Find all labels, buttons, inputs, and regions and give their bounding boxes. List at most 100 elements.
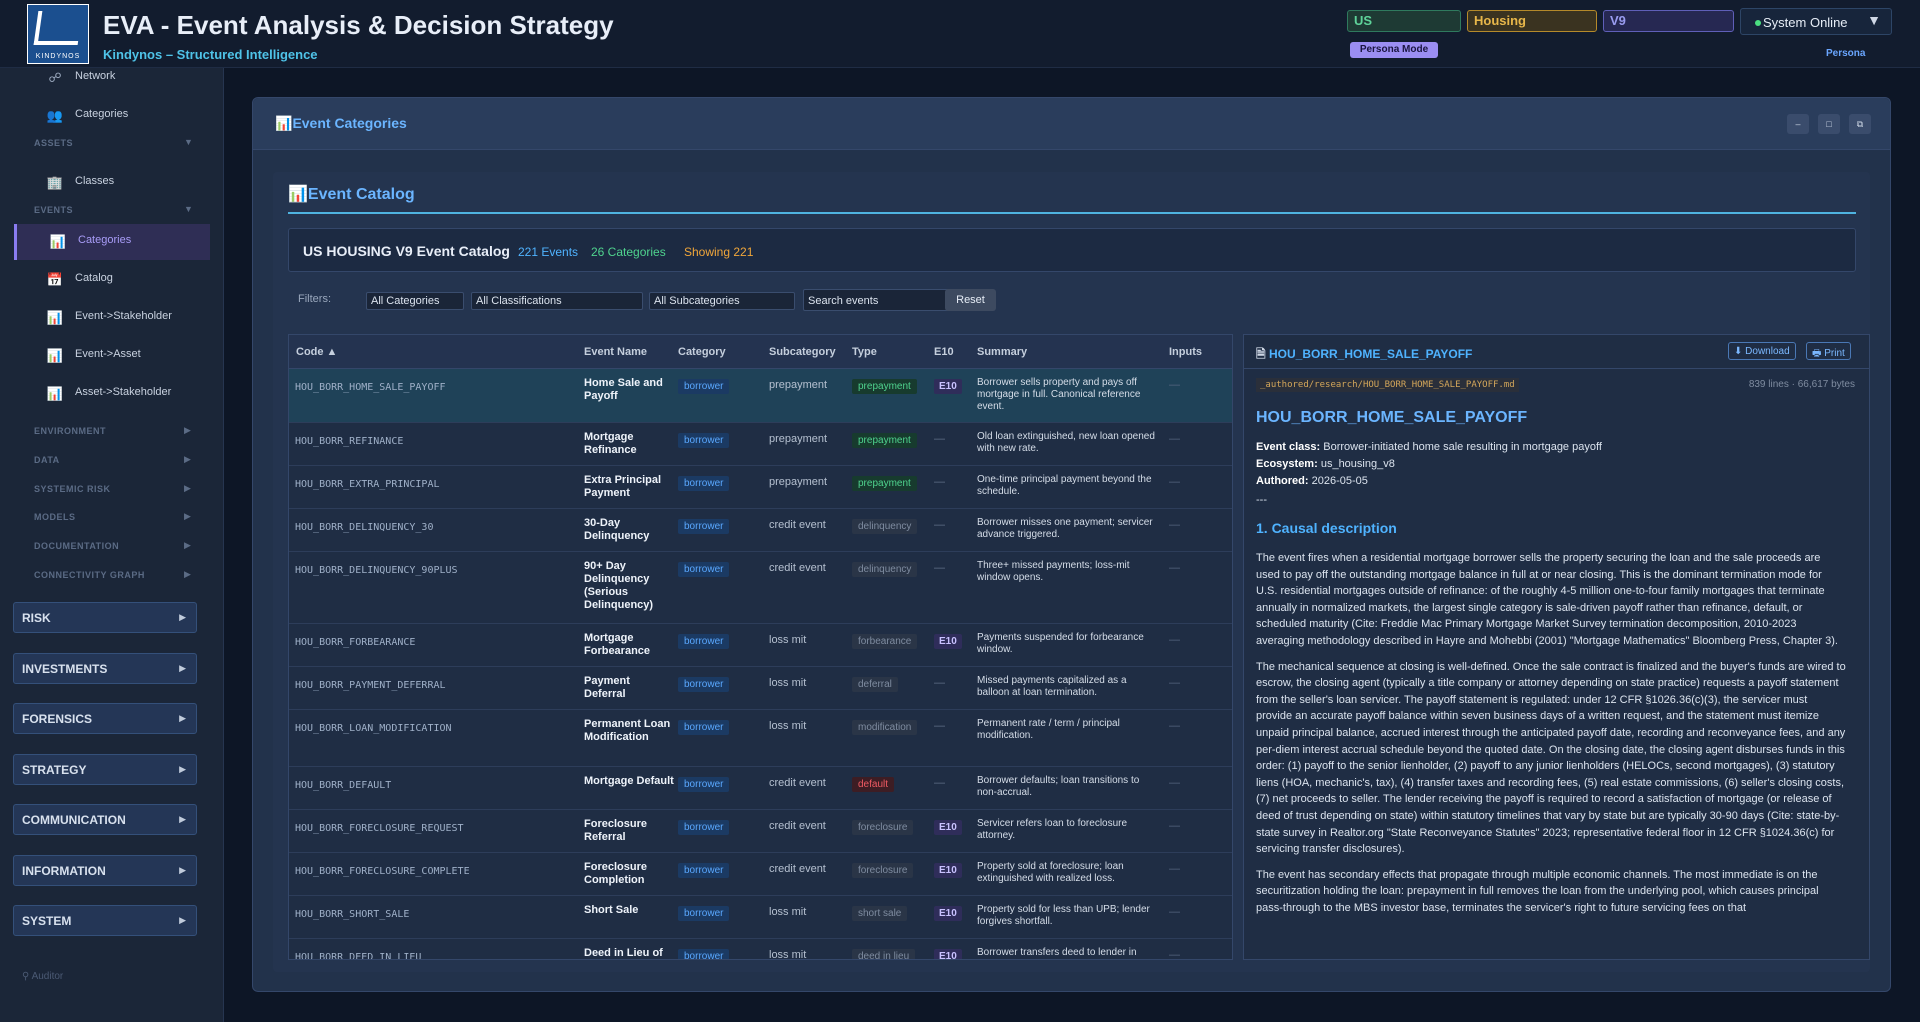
chevron-right-icon: ▶	[184, 425, 192, 435]
classification-filter[interactable]: All Classifications	[471, 292, 643, 310]
event-class-value: Borrower-initiated home sale resulting i…	[1323, 441, 1602, 453]
detail-metadata: Event class: Borrower-initiated home sal…	[1256, 441, 1602, 487]
persona-link[interactable]: Persona	[1826, 48, 1865, 59]
sidebar-section-environment[interactable]: ENVIRONMENT ▶	[34, 425, 191, 436]
panel-title: 📊Event Categories	[275, 115, 407, 131]
status-dot-icon	[1755, 20, 1761, 26]
sidebar-item-catalog[interactable]: 📅 Catalog	[14, 262, 210, 298]
maximize-button[interactable]: □	[1818, 114, 1840, 134]
table-row[interactable]: HOU_BORR_FORBEARANCE Mortgage Forbearance…	[289, 624, 1232, 667]
col-header-inputs[interactable]: Inputs	[1169, 335, 1202, 369]
subcategory-filter[interactable]: All Subcategories	[649, 292, 795, 310]
detail-section-heading: 1. Causal description	[1256, 520, 1397, 536]
document-icon: 🗎	[1256, 347, 1269, 361]
sidebar-section-assets[interactable]: ASSETS ▼	[34, 137, 193, 148]
table-row[interactable]: HOU_BORR_PAYMENT_DEFERRAL Payment Deferra…	[289, 667, 1232, 710]
table-row[interactable]: HOU_BORR_DELINQUENCY_30 30-Day Delinquenc…	[289, 509, 1232, 552]
sidebar-group-investments[interactable]: INVESTMENTS ▶	[13, 653, 197, 684]
event-code: HOU_BORR_DEED_IN_LIEU	[295, 952, 422, 960]
event-summary: Borrower transfers deed to lender in	[977, 947, 1137, 958]
sidebar-item-event-asset[interactable]: 📊 Event->Asset	[14, 338, 210, 374]
country-selector[interactable]: US	[1347, 10, 1461, 32]
subcategory-text: credit event	[769, 777, 826, 789]
event-code: HOU_BORR_EXTRA_PRINCIPAL	[295, 479, 440, 490]
sidebar-group-system[interactable]: SYSTEM ▶	[13, 905, 197, 936]
sidebar-group-communication[interactable]: COMMUNICATION ▶	[13, 804, 197, 835]
table-row[interactable]: HOU_BORR_FORECLOSURE_COMPLETE Foreclosure…	[289, 853, 1232, 896]
sidebar-section-connectivity-graph[interactable]: CONNECTIVITY GRAPH ▶	[34, 569, 191, 580]
event-inputs: —	[1169, 634, 1180, 646]
chart-icon: 📊	[46, 310, 64, 325]
search-input[interactable]: Search events	[803, 289, 958, 311]
event-name: Mortgage Forbearance	[584, 632, 651, 657]
table-row[interactable]: HOU_BORR_FORECLOSURE_REQUEST Foreclosure …	[289, 810, 1232, 853]
sidebar-item-asset-stakeholder[interactable]: 📊 Asset->Stakeholder	[14, 376, 210, 412]
minimize-button[interactable]: –	[1787, 114, 1809, 134]
table-row[interactable]: HOU_BORR_DEFAULT Mortgage Default borrower…	[289, 767, 1232, 810]
sidebar-item-event-categories[interactable]: 📊 Categories	[14, 224, 210, 260]
col-header-type[interactable]: Type	[852, 335, 877, 369]
table-row[interactable]: HOU_BORR_HOME_SALE_PAYOFF Home Sale and P…	[289, 369, 1232, 423]
event-name: Payment Deferral	[584, 675, 630, 700]
filters-label: Filters:	[298, 293, 331, 305]
event-code: HOU_BORR_HOME_SALE_PAYOFF	[295, 382, 446, 393]
table-row[interactable]: HOU_BORR_LOAN_MODIFICATION Permanent Loan…	[289, 710, 1232, 767]
event-name: Extra Principal Payment	[584, 474, 662, 499]
print-button[interactable]: 🖶 Print	[1806, 342, 1851, 360]
event-name: 30-Day Delinquency	[584, 517, 650, 542]
sidebar-group-strategy[interactable]: STRATEGY ▶	[13, 754, 197, 785]
col-header-event-name[interactable]: Event Name	[584, 335, 647, 369]
reset-button[interactable]: Reset	[945, 289, 996, 311]
sidebar-item-stakeholder-categories[interactable]: 👥 Categories	[14, 98, 210, 134]
table-row[interactable]: HOU_BORR_SHORT_SALE Short Sale borrower los…	[289, 896, 1232, 939]
chevron-down-icon: ▼	[184, 137, 194, 147]
detail-heading: HOU_BORR_HOME_SALE_PAYOFF	[1256, 409, 1528, 426]
sidebar-section-events[interactable]: EVENTS ▼	[34, 204, 193, 215]
table-row[interactable]: HOU_BORR_REFINANCE Mortgage Refinance borr…	[289, 423, 1232, 466]
sidebar-section-models[interactable]: MODELS ▶	[34, 511, 191, 522]
chevron-right-icon: ▶	[179, 915, 186, 925]
events-count: 221 Events	[518, 245, 579, 259]
table-row[interactable]: HOU_BORR_EXTRA_PRINCIPAL Extra Principal …	[289, 466, 1232, 509]
persona-mode-button[interactable]: Persona Mode	[1350, 42, 1438, 58]
download-button[interactable]: ⬇ Download	[1728, 342, 1796, 360]
system-status-dropdown[interactable]: System Online ▼	[1740, 8, 1892, 35]
subcategory-text: prepayment	[769, 433, 828, 445]
category-badge: borrower	[678, 720, 730, 735]
sidebar-group-information[interactable]: INFORMATION ▶	[13, 855, 197, 886]
domain-selector[interactable]: Housing	[1467, 10, 1597, 32]
col-header-subcategory[interactable]: Subcategory	[769, 335, 836, 369]
table-row[interactable]: HOU_BORR_DELINQUENCY_90PLUS 90+ Day Delin…	[289, 552, 1232, 624]
network-icon: ☍	[48, 70, 62, 85]
event-summary: Payments suspended for forbearance windo…	[977, 632, 1144, 655]
col-header-code[interactable]: Code ▲	[296, 335, 337, 369]
sidebar-group-risk[interactable]: RISK ▶	[13, 602, 197, 633]
sidebar-item-classes[interactable]: 🏢 Classes	[14, 165, 210, 201]
version-selector[interactable]: V9	[1603, 10, 1734, 32]
subcategory-text: loss mit	[769, 720, 807, 732]
sidebar-section-documentation[interactable]: DOCUMENTATION ▶	[34, 540, 191, 551]
type-badge: foreclosure	[852, 863, 914, 878]
col-header-summary[interactable]: Summary	[977, 335, 1027, 369]
sidebar-group-forensics[interactable]: FORENSICS ▶	[13, 703, 197, 734]
sidebar-item-event-stakeholder[interactable]: 📊 Event->Stakeholder	[14, 300, 210, 336]
sidebar-item-network[interactable]: ☍ Network	[14, 60, 210, 96]
event-inputs: —	[1169, 863, 1180, 875]
event-summary: Borrower sells property and pays off mor…	[977, 377, 1141, 412]
col-header-category[interactable]: Category	[678, 335, 726, 369]
event-catalog-section: 📊Event Catalog US HOUSING V9 Event Catal…	[273, 172, 1870, 972]
event-name: Mortgage Default	[584, 775, 674, 787]
categories-count: 26 Categories	[591, 245, 666, 259]
popout-button[interactable]: ⧉	[1849, 114, 1871, 134]
sidebar-section-systemic-risk[interactable]: SYSTEMIC RISK ▶	[34, 483, 191, 494]
e10-badge: —	[934, 562, 945, 574]
kindynos-logo[interactable]: KINDYNOS	[27, 4, 89, 64]
category-filter[interactable]: All Categories	[366, 292, 464, 310]
sidebar-section-data[interactable]: DATA ▶	[34, 454, 191, 465]
col-header-e10[interactable]: E10	[934, 335, 954, 369]
event-summary: Borrower misses one payment; servicer ad…	[977, 517, 1153, 540]
type-badge: deed in lieu	[852, 949, 916, 959]
table-row[interactable]: HOU_BORR_DEED_IN_LIEU Deed in Lieu of borr…	[289, 939, 1232, 960]
chevron-right-icon: ▶	[184, 454, 192, 464]
sidebar: ☍ Network 👥 Categories ASSETS ▼ 🏢 Classes…	[0, 68, 224, 1022]
